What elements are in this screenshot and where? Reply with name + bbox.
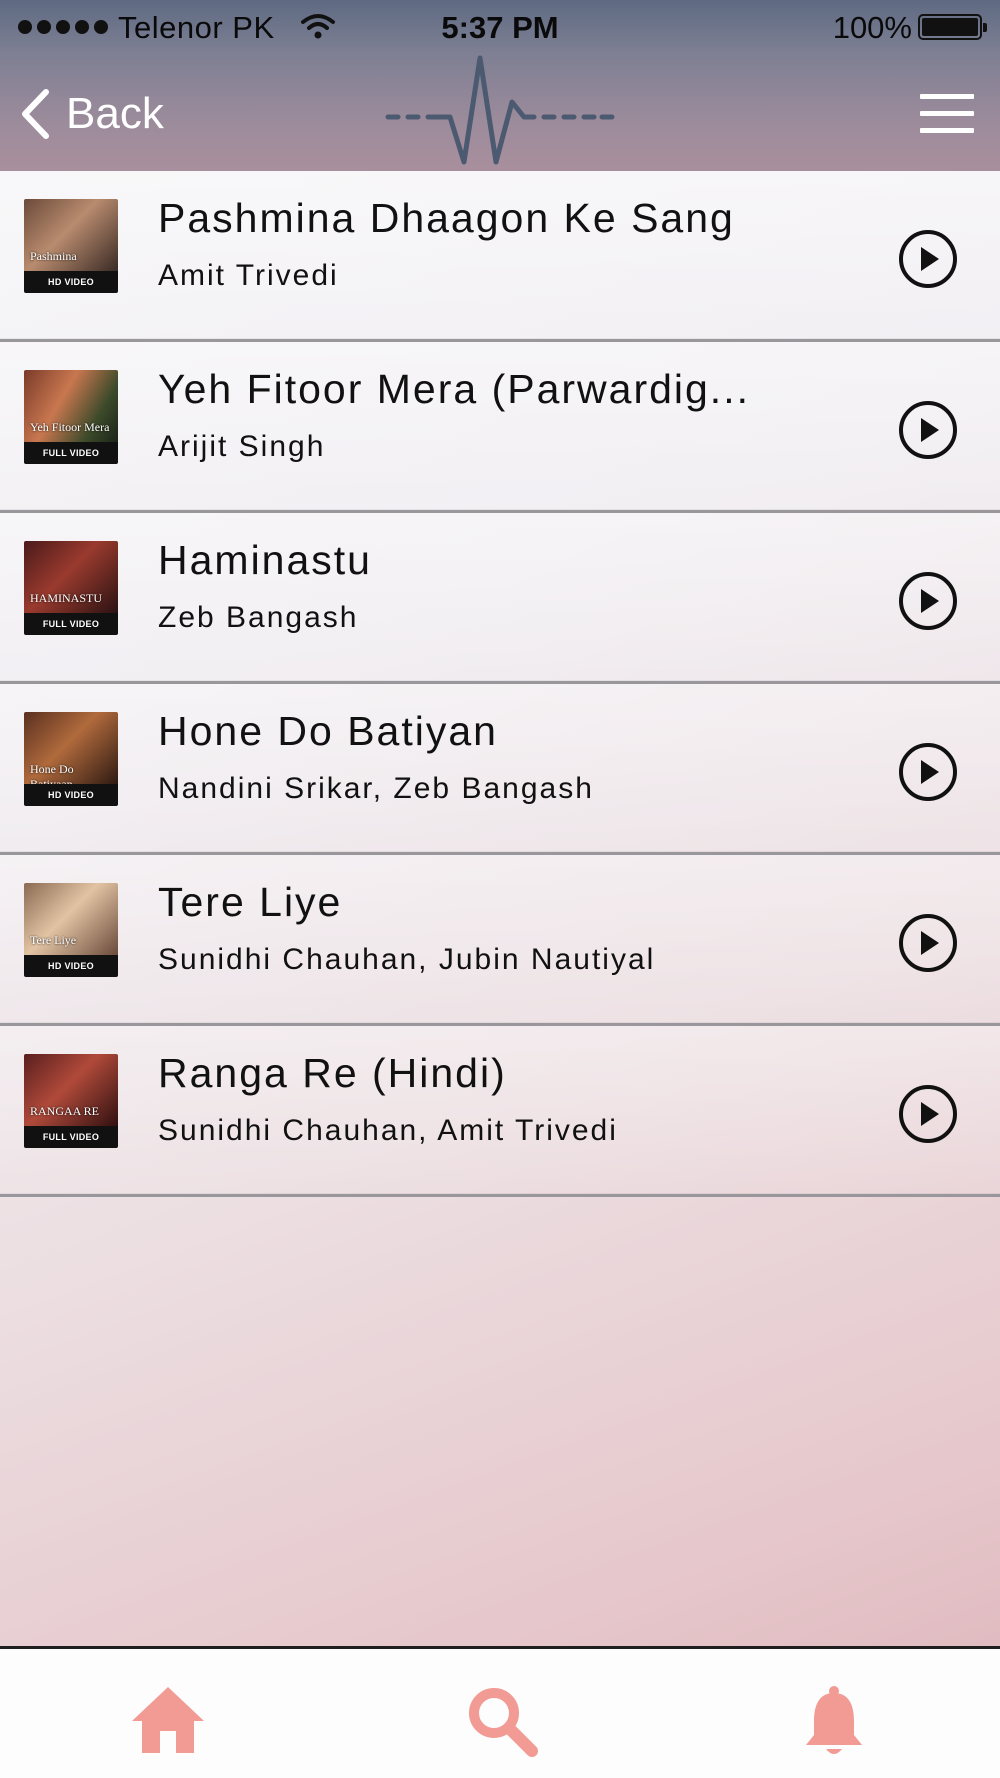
back-label: Back bbox=[66, 89, 164, 138]
song-row[interactable]: Pashmina HD VIDEO Pashmina Dhaagon Ke Sa… bbox=[0, 171, 1000, 342]
song-row[interactable]: Yeh Fitoor Mera FULL VIDEO Yeh Fitoor Me… bbox=[0, 342, 1000, 513]
header-bar: Telenor PK 5:37 PM 100% Back bbox=[0, 0, 1000, 171]
thumbnail-caption: FULL VIDEO bbox=[24, 613, 118, 635]
song-row[interactable]: Tere Liye HD VIDEO Tere Liye Sunidhi Cha… bbox=[0, 855, 1000, 1026]
bottom-tab-bar bbox=[0, 1646, 1000, 1778]
back-button[interactable]: Back bbox=[20, 84, 164, 144]
thumbnail-caption: HD VIDEO bbox=[24, 784, 118, 806]
battery-icon bbox=[918, 14, 987, 40]
song-list: Pashmina HD VIDEO Pashmina Dhaagon Ke Sa… bbox=[0, 171, 1000, 1197]
play-icon[interactable] bbox=[897, 228, 959, 290]
song-artist: Zeb Bangash bbox=[158, 601, 359, 634]
search-icon[interactable] bbox=[462, 1681, 542, 1761]
thumbnail-caption: FULL VIDEO bbox=[24, 1126, 118, 1148]
thumbnail-caption: HD VIDEO bbox=[24, 955, 118, 977]
song-artist: Arijit Singh bbox=[158, 430, 326, 463]
song-title: Hone Do Batiyan bbox=[158, 708, 498, 754]
song-row[interactable]: HAMINASTU FULL VIDEO Haminastu Zeb Banga… bbox=[0, 513, 1000, 684]
song-row[interactable]: Hone Do Batiyaan HD VIDEO Hone Do Batiya… bbox=[0, 684, 1000, 855]
battery-percent: 100% bbox=[832, 10, 912, 45]
song-title: Yeh Fitoor Mera (Parwardig... bbox=[158, 366, 750, 412]
song-artist: Sunidhi Chauhan, Amit Trivedi bbox=[158, 1114, 618, 1147]
song-title: Pashmina Dhaagon Ke Sang bbox=[158, 195, 735, 241]
song-title: Ranga Re (Hindi) bbox=[158, 1050, 507, 1096]
play-icon[interactable] bbox=[897, 399, 959, 461]
song-thumbnail: Yeh Fitoor Mera FULL VIDEO bbox=[24, 370, 118, 464]
song-thumbnail: Hone Do Batiyaan HD VIDEO bbox=[24, 712, 118, 806]
thumbnail-caption: HD VIDEO bbox=[24, 271, 118, 293]
song-title: Haminastu bbox=[158, 537, 372, 583]
status-bar: Telenor PK 5:37 PM 100% bbox=[0, 0, 1000, 56]
song-artist: Sunidhi Chauhan, Jubin Nautiyal bbox=[158, 943, 656, 976]
play-icon[interactable] bbox=[897, 570, 959, 632]
song-artist: Nandini Srikar, Zeb Bangash bbox=[158, 772, 594, 805]
chevron-left-icon bbox=[22, 89, 49, 139]
play-icon[interactable] bbox=[897, 1083, 959, 1145]
bell-icon[interactable] bbox=[794, 1681, 874, 1761]
song-thumbnail: RANGAA RE FULL VIDEO bbox=[24, 1054, 118, 1148]
hamburger-menu-icon[interactable] bbox=[920, 94, 974, 134]
song-row[interactable]: RANGAA RE FULL VIDEO Ranga Re (Hindi) Su… bbox=[0, 1026, 1000, 1197]
song-thumbnail: Pashmina HD VIDEO bbox=[24, 199, 118, 293]
home-icon[interactable] bbox=[128, 1681, 208, 1761]
heartbeat-pulse-icon bbox=[385, 55, 615, 165]
play-icon[interactable] bbox=[897, 741, 959, 803]
song-title: Tere Liye bbox=[158, 879, 343, 925]
thumbnail-caption: FULL VIDEO bbox=[24, 442, 118, 464]
play-icon[interactable] bbox=[897, 912, 959, 974]
song-thumbnail: HAMINASTU FULL VIDEO bbox=[24, 541, 118, 635]
song-artist: Amit Trivedi bbox=[158, 259, 339, 292]
song-thumbnail: Tere Liye HD VIDEO bbox=[24, 883, 118, 977]
